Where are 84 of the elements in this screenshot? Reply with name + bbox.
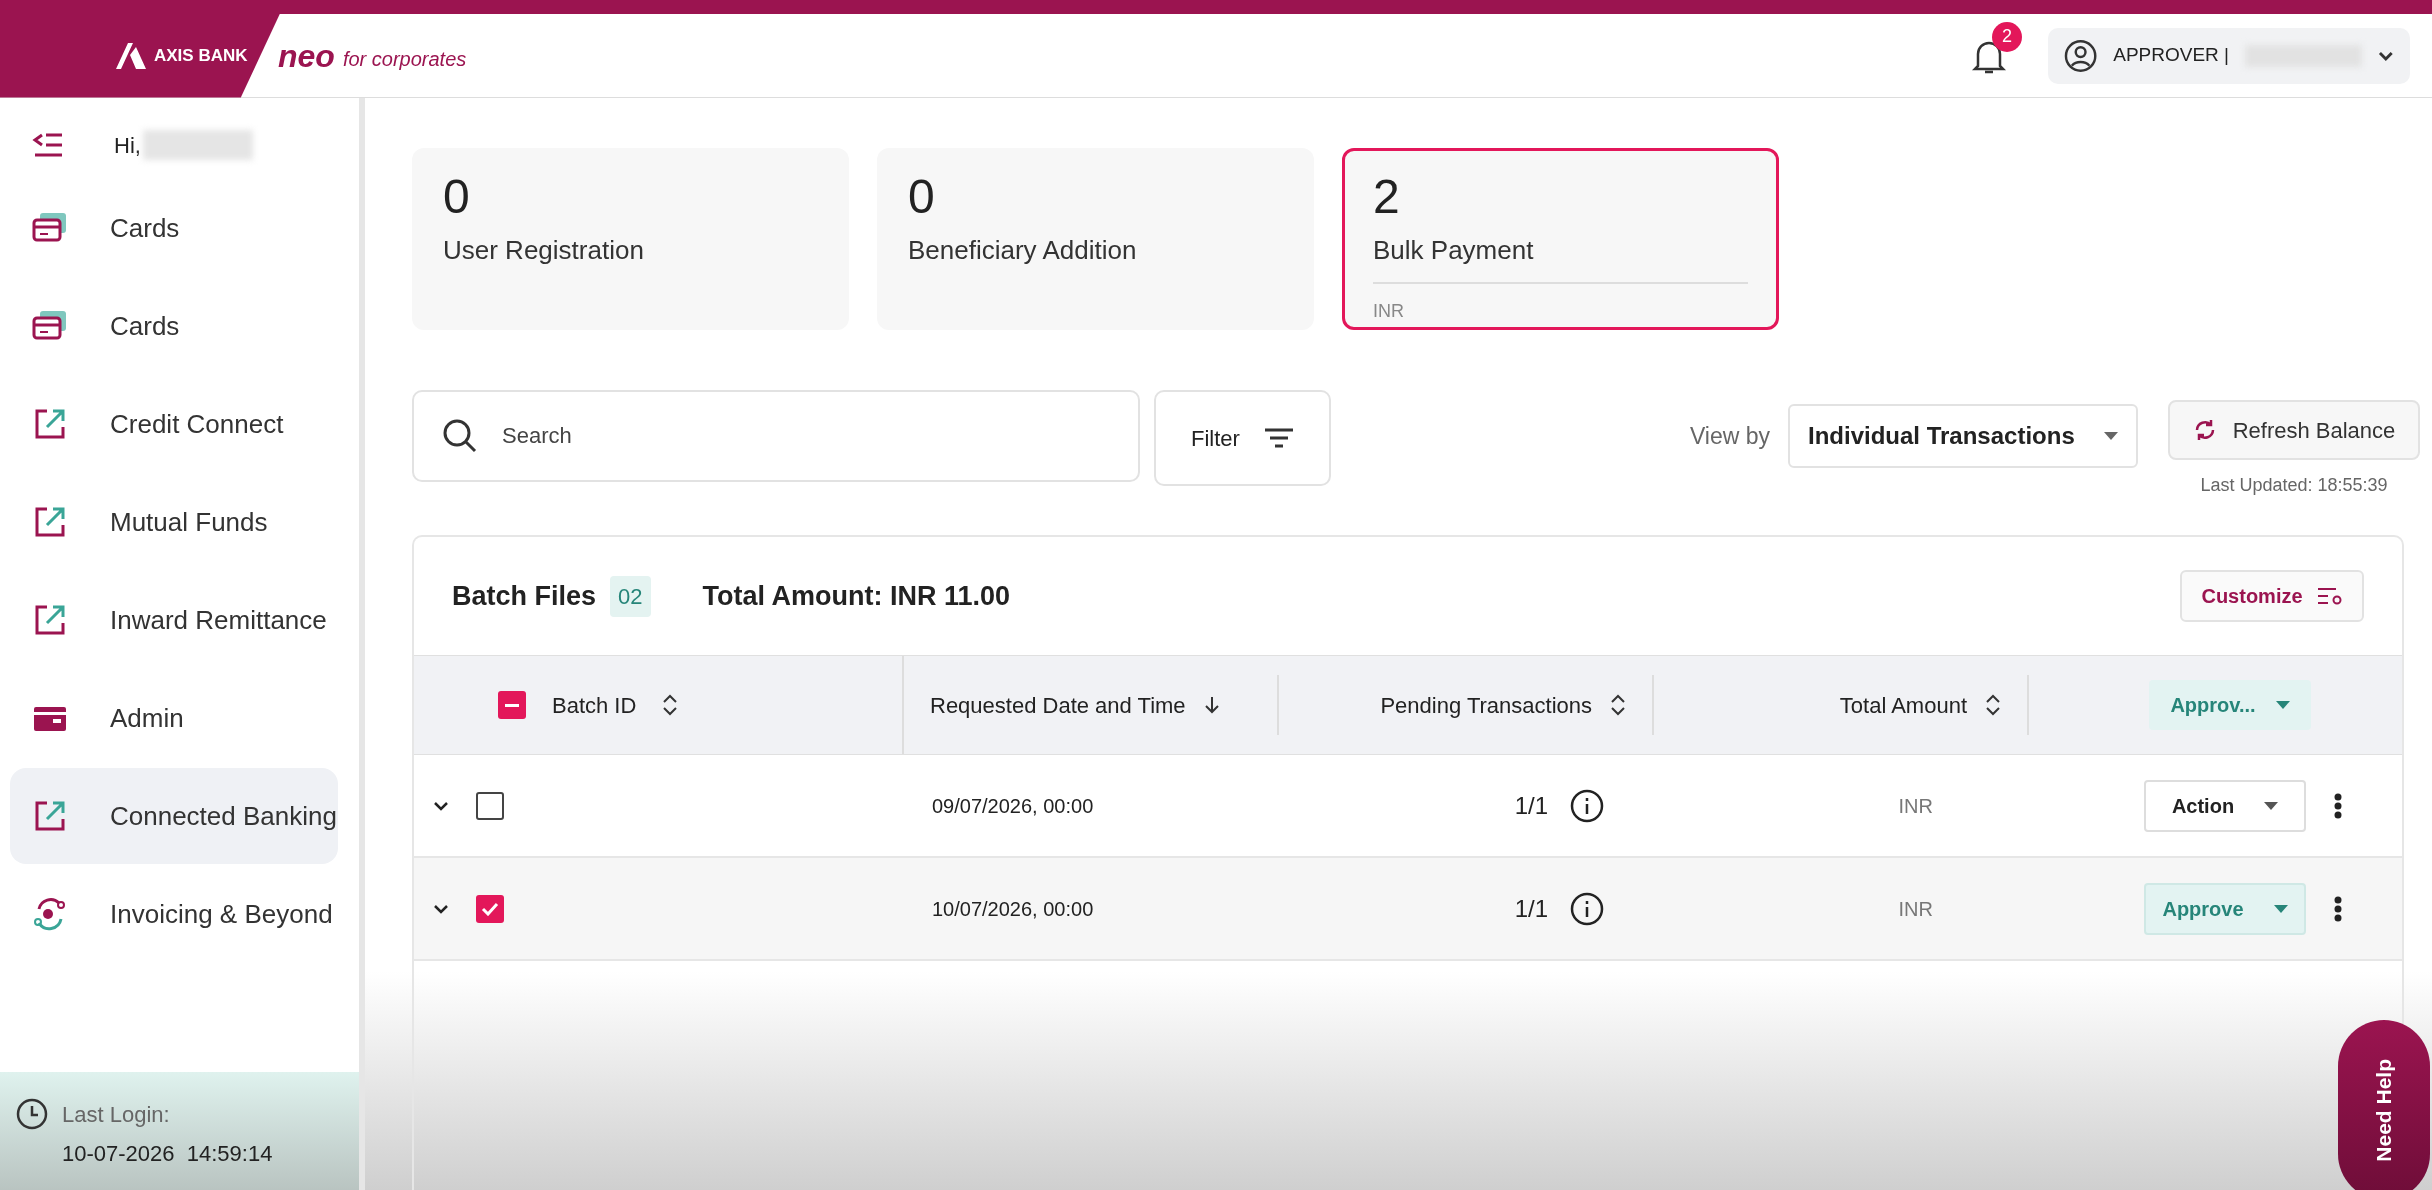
table-cell-text: 1/1 (1514, 893, 1548, 924)
notification-badge: 2 (1992, 21, 2022, 52)
checkbox[interactable] (498, 691, 526, 719)
last-login-label: Last Login: (62, 1101, 171, 1129)
filter-button[interactable]: Filter (1154, 390, 1331, 486)
settings-icon (2316, 586, 2343, 606)
search-icon (442, 418, 478, 454)
view-by-label: View by (1689, 421, 1770, 451)
checkbox[interactable] (476, 791, 504, 820)
more-icon[interactable] (2334, 895, 2342, 922)
external-link-icon (33, 407, 67, 441)
table-cell-text: INR (1898, 793, 1933, 819)
info-icon[interactable] (1570, 891, 1604, 926)
logo-icon (116, 42, 146, 69)
chevron-down-icon (2378, 50, 2394, 61)
info-icon[interactable] (1570, 788, 1604, 823)
card-currency: INR (1373, 300, 1405, 323)
chevron-down-icon[interactable] (432, 799, 450, 812)
column-header[interactable]: Requested Date and Time (930, 688, 1186, 722)
minus-icon (505, 703, 519, 707)
card-icon (32, 310, 68, 342)
action-dropdown[interactable]: Action (2144, 779, 2306, 832)
product-tagline: for corporates (342, 46, 467, 72)
sidebar-item[interactable]: Admin (10, 670, 338, 766)
card-count: 0 (908, 169, 936, 225)
checkmark-icon (481, 901, 499, 916)
clock-icon (16, 1098, 48, 1130)
action-dropdown[interactable]: Approve (2144, 882, 2306, 935)
search-field[interactable]: Search (412, 390, 1140, 482)
sidebar-item[interactable]: Connected Banking (10, 768, 338, 864)
count-badge: 02 (610, 575, 651, 617)
summary-card[interactable]: 0 Beneficiary Addition (877, 148, 1314, 330)
summary-card[interactable]: 2 Bulk Payment INR (1342, 148, 1779, 330)
collapse-menu-icon[interactable] (32, 132, 64, 158)
external-link-icon (33, 603, 67, 637)
refresh-balance-button[interactable]: Refresh Balance (2168, 400, 2420, 460)
card-label: User Registration (443, 234, 645, 267)
more-icon[interactable] (2334, 792, 2342, 819)
total-amount: Total Amount: INR 11.00 (702, 579, 1011, 613)
user-menu[interactable]: APPROVER | (2048, 27, 2410, 84)
sidebar-item[interactable]: Credit Connect (10, 376, 338, 472)
caret-icon (2104, 432, 2118, 440)
filter-icon (1263, 427, 1294, 449)
greeting: Hi, (114, 131, 141, 160)
card-count: 2 (1373, 169, 1401, 225)
chevron-down-icon[interactable] (432, 902, 450, 915)
sidebar-item[interactable]: Cards (10, 278, 338, 374)
bank-name: AXIS BANK (154, 44, 248, 67)
table-cell-text: 10/07/2026, 00:00 (931, 896, 1095, 922)
user-icon (2064, 38, 2098, 73)
caret-icon (2264, 801, 2279, 810)
sidebar-item[interactable]: Invoicing & Beyond (10, 866, 338, 962)
column-header[interactable]: Batch ID (552, 688, 637, 722)
card-label: Bulk Payment (1373, 234, 1535, 267)
caret-icon (2273, 904, 2288, 913)
sort-icon[interactable] (662, 693, 679, 717)
caret-icon (2275, 701, 2290, 709)
customize-button[interactable]: Customize (2180, 570, 2364, 622)
sort-icon[interactable] (1610, 693, 1626, 717)
external-link-icon (33, 799, 67, 833)
sort-down-icon[interactable] (1203, 695, 1220, 715)
sidebar-item[interactable]: Mutual Funds (10, 474, 338, 570)
orbit-icon (33, 897, 67, 931)
checkbox[interactable] (476, 894, 504, 923)
table-cell-text: 1/1 (1514, 790, 1548, 821)
table-cell-text: 09/07/2026, 00:00 (931, 793, 1095, 819)
table-title: Batch Files (452, 579, 597, 613)
column-header[interactable]: Pending Transactions (1380, 688, 1592, 722)
sidebar-item[interactable]: Inward Remittance (10, 572, 338, 668)
bulk-action-dropdown[interactable]: Approv... (2149, 680, 2311, 730)
last-login-time: 10-07-2026 14:59:14 (62, 1140, 273, 1168)
sort-icon[interactable] (1985, 693, 2001, 717)
column-header[interactable]: Total Amount (1839, 688, 1967, 722)
need-help-button[interactable]: Need Help (2338, 1020, 2430, 1190)
product-name: neo (278, 36, 335, 76)
card-label: Beneficiary Addition (908, 234, 1138, 267)
card-count: 0 (443, 169, 471, 225)
card-icon (32, 212, 68, 244)
last-updated: Last Updated: 18:55:39 (2200, 474, 2388, 497)
summary-card[interactable]: 0 User Registration (412, 148, 849, 330)
external-link-icon (33, 505, 67, 539)
sidebar-item[interactable]: Cards (10, 180, 338, 276)
table-cell-text: INR (1898, 896, 1933, 922)
view-by-dropdown[interactable]: Individual Transactions (1788, 404, 2138, 468)
